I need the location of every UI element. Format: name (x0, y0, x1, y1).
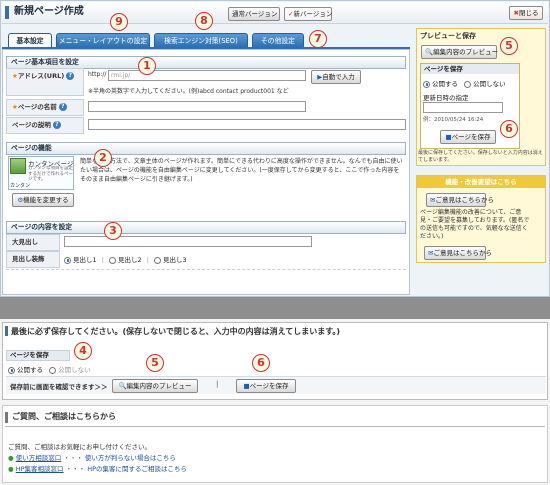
change-feature-button[interactable]: ⚙機能を変更する (12, 193, 74, 207)
sidebar-datetime-label: 更新日時の指定 (423, 94, 469, 102)
help-link-usage[interactable]: 使い方相談窓口 (16, 454, 62, 462)
bottom-save-button[interactable]: ■ページを保存 (236, 379, 296, 393)
publish-radio[interactable]: 公開する (423, 80, 458, 88)
heading-input[interactable] (64, 236, 312, 247)
bottom-unpublish-radio[interactable]: 公開しない (49, 366, 91, 374)
decoration-option-1[interactable]: 見出し1 (64, 256, 97, 264)
heading-label: 大見出し (6, 234, 60, 251)
radio-icon (154, 256, 161, 264)
feature-thumb-desc: カンタンな項目を設定するだけで作れるページです。 (28, 166, 73, 182)
separator: | (146, 256, 149, 264)
help-title: ご質問、ご相談はこちらから (12, 412, 116, 421)
help-icon[interactable]: ? (66, 72, 75, 80)
sidebar-save-note: 最後に保存してください。保存しないと入力内容は消えてしまいます。 (418, 150, 543, 163)
radio-icon (464, 80, 472, 88)
sidebar-feedback-text: ページ編集機能の改善について、ご意見・ご要望を募集しております。(匿名での送信も… (420, 209, 530, 240)
close-button[interactable]: ✖閉じる (509, 6, 543, 20)
screenshot-divider (0, 297, 550, 319)
marker-9: 7 (309, 30, 327, 48)
sidebar-feedback-button-2[interactable]: ✉ご意見はこちらから (424, 246, 492, 260)
sidebar-publish-options: 公開する 公開しない (423, 78, 506, 88)
page-desc-input[interactable] (88, 119, 406, 130)
marker-3: 3 (104, 222, 122, 240)
bottom-save-title: ページを保存 (6, 350, 70, 361)
radio-icon (49, 366, 57, 374)
page-desc-label: ページの説明? (6, 117, 84, 134)
sidebar-save-button[interactable]: ■ページを保存 (440, 130, 496, 144)
radio-icon (8, 366, 15, 374)
sidebar-feedback-button[interactable]: ✉ご意見はこちらから (426, 193, 494, 207)
sidebar-datetime-example: 例：2010/05/24 16:24 (423, 117, 484, 123)
normal-version-button[interactable]: 通常バージョン (228, 7, 280, 21)
search-icon: 🔍 (118, 382, 127, 390)
separator: | (216, 380, 219, 388)
decoration-option-2[interactable]: 見出し2 (109, 256, 142, 264)
bottom-publish-radio[interactable]: 公開する (8, 366, 43, 374)
green-bullet-icon: ● (8, 454, 14, 462)
sidebar-datetime-input[interactable] (423, 102, 503, 113)
decoration-label: 見出し装飾 (6, 251, 60, 268)
help-link-row-2: ● HP集客相談窓口 ・・・ HPの集客に関するご相談はこちら (8, 465, 188, 473)
content-section-title: ページの内容を設定 (6, 221, 406, 234)
address-label: ★アドレス(URL)? (6, 68, 84, 96)
confirm-label: 保存前に画面を確認できます＞＞ (10, 383, 108, 391)
notice-marker (5, 326, 8, 336)
features-section-title: ページの機能 (6, 142, 406, 155)
help-icon[interactable]: ? (58, 103, 67, 111)
marker-4: 4 (74, 342, 92, 360)
content-placeholder (6, 269, 406, 291)
bottom-publish-options: 公開する 公開しない (8, 364, 91, 374)
marker-5-bottom: 5 (146, 354, 164, 372)
tab-other[interactable]: その他設定 (252, 33, 304, 47)
page-name-input[interactable] (88, 101, 306, 112)
new-version-button[interactable]: ✓新バージョン (284, 7, 332, 21)
marker-8: 8 (195, 12, 213, 30)
help-marker (5, 412, 8, 423)
feature-thumb-sub: カンタン (10, 183, 31, 189)
radio-icon (423, 80, 430, 88)
tab-seo[interactable]: 検索エンジン対策(SEO) (154, 33, 248, 47)
unpublish-radio[interactable]: 公開しない (464, 80, 506, 88)
tab-basic[interactable]: 基本設定 (8, 33, 52, 47)
green-bullet-icon: ● (8, 465, 14, 473)
bottom-preview-button[interactable]: 🔍編集内容のプレビュー (112, 379, 198, 393)
marker-7: 9 (110, 13, 128, 31)
auto-input-button[interactable]: ▶自動で入力 (311, 70, 361, 84)
radio-icon (109, 256, 116, 264)
feature-description: 簡単な入力方法で、文章主体のページが作れます。簡単にできる代わりに高度な操作がで… (80, 158, 403, 183)
marker-2: 2 (94, 149, 112, 167)
sidebar-preview-button[interactable]: 🔍編集内容のプレビュー (421, 45, 498, 59)
marker-6-top: 6 (500, 120, 518, 138)
help-icon[interactable]: ? (52, 121, 61, 129)
sidebar-save-title: ページを保存 (421, 64, 519, 74)
decoration-option-3[interactable]: 見出し3 (154, 256, 187, 264)
marker-6-bottom: 6 (252, 354, 270, 372)
header-marker (5, 6, 9, 19)
marker-1: 1 (138, 57, 156, 75)
help-title-underline (5, 426, 545, 427)
sidebar-feedback-title: 機能・改善要望はこちら (417, 176, 545, 188)
address-note: ※半角の英数字で入力してください。(例)abcd contact product… (88, 88, 289, 95)
radio-icon (64, 256, 71, 264)
marker-5-top: 5 (500, 37, 518, 55)
decoration-options: 見出し1 | 見出し2 | 見出し3 (64, 254, 187, 264)
page-name-label: ★ページの名前? (6, 99, 84, 116)
help-link-marketing[interactable]: HP集客相談窓口 (16, 465, 64, 473)
address-prefix: http:// (88, 71, 107, 78)
help-link-row-1: ● 使い方相談窓口 ・・・ 使い方が判らない場合はこちら (8, 454, 176, 462)
help-link-marketing-desc[interactable]: HPの集客に関するご相談はこちら (87, 465, 187, 473)
search-icon: 🔍 (425, 48, 434, 56)
sidebar-preview-title: プレビューと保存 (420, 32, 476, 40)
page-title: 新規ページ作成 (14, 6, 84, 17)
tab-menu-layout[interactable]: メニュー・レイアウトの設定 (56, 33, 150, 47)
save-notice: 最後に必ず保存してください。(保存しないで閉じると、入力中の内容は消えてしまいま… (11, 327, 341, 336)
help-link-usage-desc[interactable]: 使い方が判らない場合はこちら (85, 454, 176, 462)
feature-thumb-icon (10, 158, 26, 174)
separator: | (101, 256, 104, 264)
help-intro: ご質問、ご相談はお気軽にお申し付けください。 (8, 443, 151, 451)
address-input[interactable]: rmi.jp/ (108, 70, 306, 81)
